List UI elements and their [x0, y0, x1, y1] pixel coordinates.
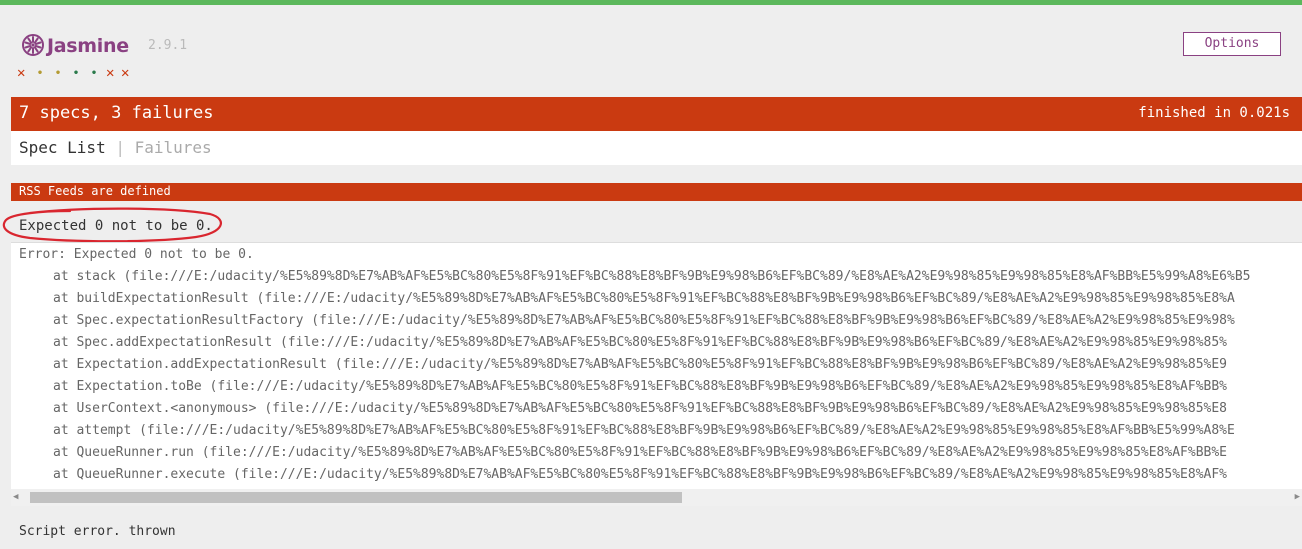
banner: Jasmine 2.9.1 Options ✕ • • • • ✕ ✕	[0, 5, 1302, 97]
stack-trace-line: at attempt (file:///E:/udacity/%E5%89%8D…	[53, 423, 1235, 438]
overall-result: 7 specs, 3 failures	[19, 103, 214, 123]
spec-failed-icon[interactable]: ✕	[121, 65, 129, 81]
stack-trace-lines: Error: Expected 0 not to be 0. at stack (…	[19, 244, 1250, 486]
spec-passed-icon[interactable]: •	[91, 66, 97, 82]
overall-result-bar: 7 specs, 3 failures finished in 0.021s	[11, 97, 1302, 131]
scroll-left-arrow-icon[interactable]: ◀	[13, 492, 18, 502]
jasmine-flower-icon	[22, 34, 44, 56]
spec-list-link[interactable]: Spec List	[19, 138, 106, 157]
menu-separator: |	[115, 138, 125, 157]
scrollbar-thumb[interactable]	[30, 492, 682, 503]
scroll-right-arrow-icon[interactable]: ▶	[1295, 492, 1300, 502]
stack-trace-line: at QueueRunner.execute (file:///E:/udaci…	[53, 467, 1227, 482]
brand-name: Jasmine	[47, 35, 129, 57]
stack-trace-line: at Spec.expectationResultFactory (file:/…	[53, 313, 1235, 328]
stack-trace-line: at QueueRunner.run (file:///E:/udacity/%…	[53, 445, 1227, 460]
stack-trace-line: at stack (file:///E:/udacity/%E5%89%8D%E…	[53, 269, 1251, 284]
stack-trace-line: at Spec.addExpectationResult (file:///E:…	[53, 335, 1227, 350]
spec-failed-icon[interactable]: ✕	[106, 65, 114, 81]
version-label: 2.9.1	[148, 38, 188, 53]
failed-spec-title[interactable]: RSS Feeds are defined	[19, 184, 171, 198]
stack-trace-line: at buildExpectationResult (file:///E:/ud…	[53, 291, 1235, 306]
spec-passed-icon[interactable]: •	[55, 66, 61, 82]
stack-trace[interactable]: Error: Expected 0 not to be 0. at stack (…	[11, 242, 1302, 506]
failed-spec-description: RSS Feeds are defined	[11, 183, 1302, 201]
stack-trace-line: Error: Expected 0 not to be 0.	[19, 247, 254, 262]
stack-trace-line: at Expectation.toBe (file:///E:/udacity/…	[53, 379, 1227, 394]
jasmine-logo[interactable]: Jasmine	[22, 34, 152, 62]
stack-trace-line: at Expectation.addExpectationResult (fil…	[53, 357, 1227, 372]
results-menu: Spec List | Failures	[11, 131, 1302, 165]
options-button[interactable]: Options	[1183, 32, 1281, 56]
spec-failed-icon[interactable]: ✕	[17, 65, 25, 81]
horizontal-scrollbar[interactable]: ◀ ▶	[11, 489, 1302, 506]
spec-passed-icon[interactable]: •	[37, 66, 43, 82]
spec-passed-icon[interactable]: •	[73, 66, 79, 82]
stack-trace-line: at UserContext.<anonymous> (file:///E:/u…	[53, 401, 1227, 416]
result-message: Expected 0 not to be 0.	[19, 218, 213, 234]
script-error-message: Script error. thrown	[19, 524, 176, 539]
failures-link[interactable]: Failures	[135, 138, 212, 157]
duration: finished in 0.021s	[1138, 105, 1290, 121]
